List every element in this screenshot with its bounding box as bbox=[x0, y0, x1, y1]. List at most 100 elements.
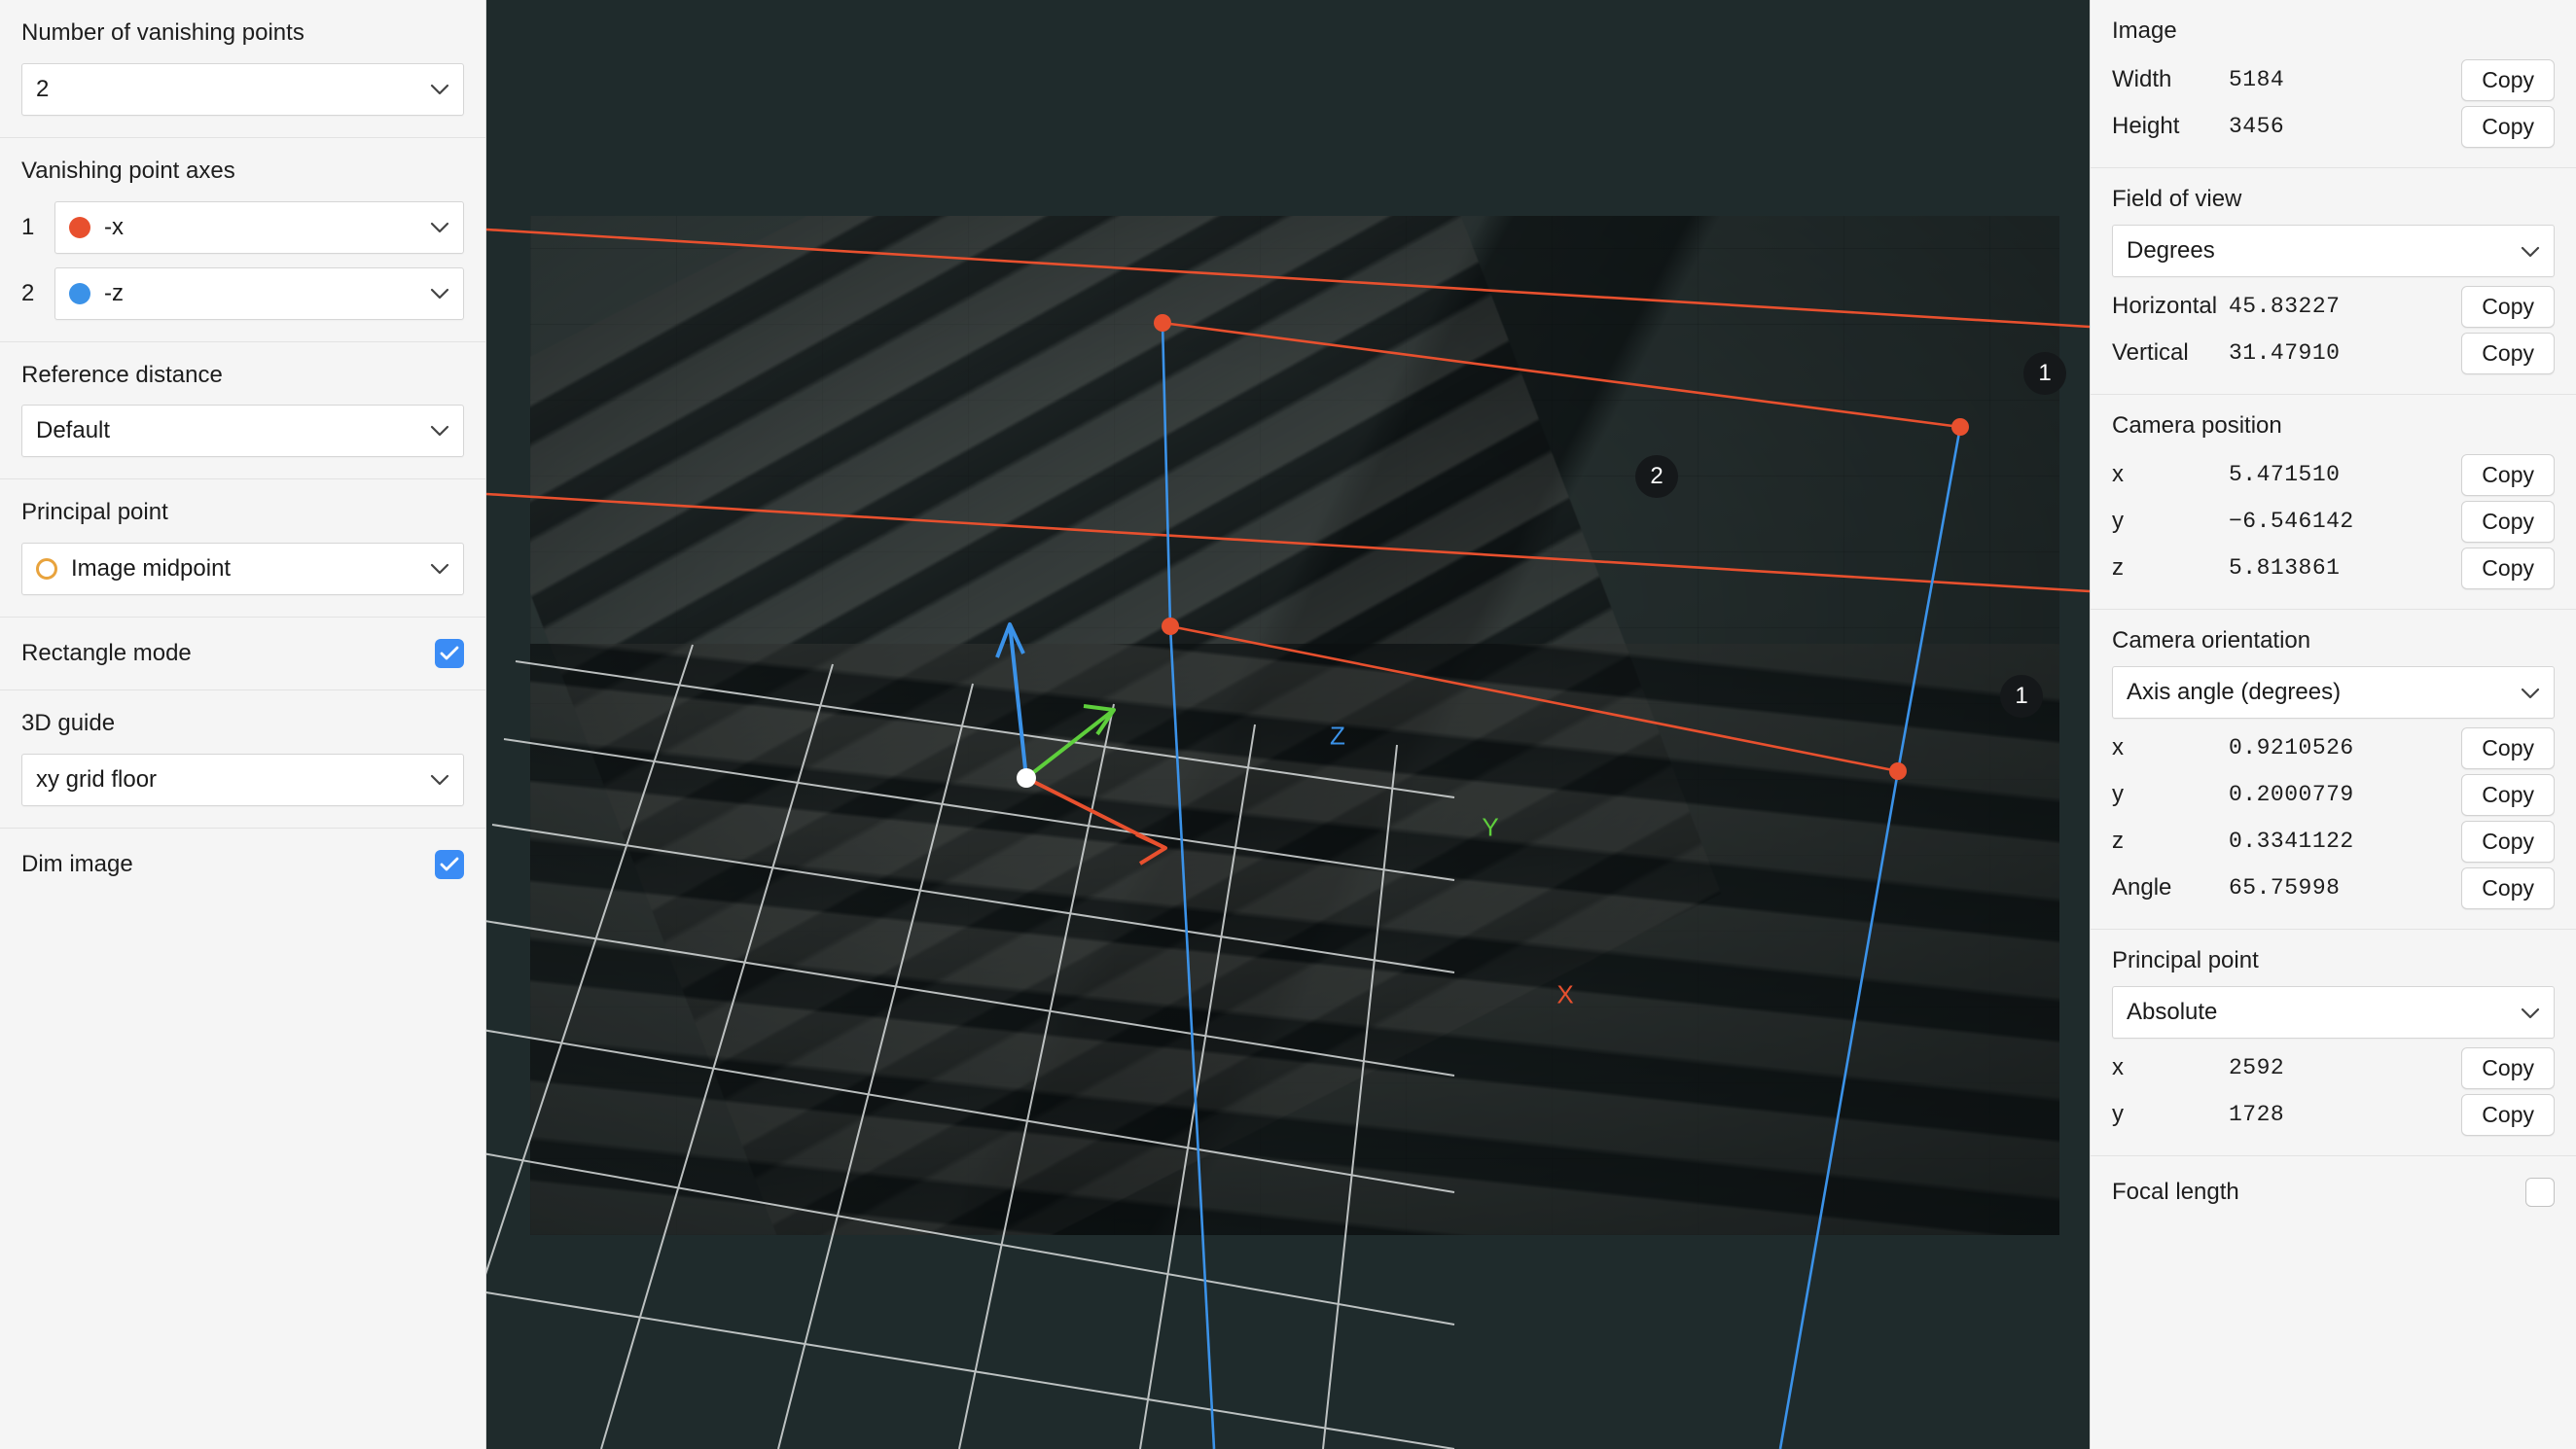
chevron-down-icon bbox=[2521, 679, 2540, 706]
axis-label-z: Z bbox=[1330, 721, 1345, 751]
image-width-value: 5184 bbox=[2229, 67, 2285, 92]
copy-camera-orientation-x-button[interactable]: Copy bbox=[2461, 726, 2555, 769]
photo-dim-overlay bbox=[530, 216, 2059, 1235]
fov-title: Field of view bbox=[2112, 186, 2242, 212]
camera-orientation-y-key: y bbox=[2112, 781, 2124, 807]
camera-orientation-y-row: y 0.2000779 Copy bbox=[2112, 771, 2555, 818]
fov-unit-value: Degrees bbox=[2127, 237, 2215, 264]
vp2-badge-left[interactable]: 2 bbox=[1635, 455, 1678, 498]
principal-point-mode-select[interactable]: Absolute bbox=[2112, 986, 2555, 1039]
principal-point-result-title: Principal point bbox=[2112, 947, 2259, 973]
camera-orientation-mode-select[interactable]: Axis angle (degrees) bbox=[2112, 666, 2555, 719]
section-principal-point-result: Principal point Absolute x 2592 Copy y 1… bbox=[2091, 930, 2576, 1156]
axis-label-y: Y bbox=[1482, 812, 1499, 842]
dim-image-checkbox[interactable] bbox=[435, 849, 464, 879]
copy-camera-position-y-button[interactable]: Copy bbox=[2461, 500, 2555, 543]
chevron-down-icon bbox=[2521, 999, 2540, 1026]
camera-position-y-value: −6.546142 bbox=[2229, 509, 2354, 534]
copy-camera-position-x-button[interactable]: Copy bbox=[2461, 453, 2555, 496]
focal-length-row[interactable]: Focal length bbox=[2091, 1156, 2576, 1228]
camera-orientation-x-row: x 0.9210526 Copy bbox=[2112, 724, 2555, 771]
camera-position-z-key: z bbox=[2112, 554, 2124, 581]
copy-camera-orientation-y-button[interactable]: Copy bbox=[2461, 773, 2555, 816]
guide-3d-value: xy grid floor bbox=[36, 765, 158, 793]
vp-count-select[interactable]: 2 bbox=[21, 62, 464, 116]
copy-camera-orientation-z-button[interactable]: Copy bbox=[2461, 820, 2555, 863]
reference-distance-select[interactable]: Default bbox=[21, 405, 464, 458]
copy-camera-position-z-button[interactable]: Copy bbox=[2461, 547, 2555, 589]
vp-axis-2-number: 2 bbox=[21, 279, 35, 306]
rectangle-mode-label: Rectangle mode bbox=[21, 640, 192, 667]
axis-label-x: X bbox=[1556, 979, 1574, 1009]
principal-point-x-value: 2592 bbox=[2229, 1055, 2285, 1080]
image-height-row: Height 3456 Copy bbox=[2112, 103, 2555, 150]
section-3d-guide: 3D guide xy grid floor bbox=[0, 690, 485, 829]
check-icon bbox=[440, 646, 459, 660]
vp-axis-2-select[interactable]: -z bbox=[54, 266, 464, 320]
guide-3d-label: 3D guide bbox=[21, 710, 116, 737]
vp1-badge-top[interactable]: 1 bbox=[2023, 352, 2066, 395]
copy-fov-vertical-button[interactable]: Copy bbox=[2461, 332, 2555, 374]
right-results-panel: Image Width 5184 Copy Height 3456 Copy F… bbox=[2090, 0, 2576, 1449]
image-canvas[interactable]: Z Y X 1 2 2 1 bbox=[486, 0, 2090, 1449]
source-photograph bbox=[530, 216, 2059, 1235]
camera-orientation-y-value: 0.2000779 bbox=[2229, 782, 2354, 807]
guide-3d-select[interactable]: xy grid floor bbox=[21, 753, 464, 806]
image-width-row: Width 5184 Copy bbox=[2112, 56, 2555, 103]
camera-position-z-value: 5.813861 bbox=[2229, 555, 2341, 581]
principal-point-x-key: x bbox=[2112, 1054, 2124, 1080]
copy-fov-horizontal-button[interactable]: Copy bbox=[2461, 285, 2555, 328]
reference-distance-label: Reference distance bbox=[21, 361, 223, 388]
camera-orientation-angle-value: 65.75998 bbox=[2229, 875, 2341, 901]
copy-camera-orientation-angle-button[interactable]: Copy bbox=[2461, 866, 2555, 909]
chevron-down-icon bbox=[2521, 237, 2540, 265]
image-height-key: Height bbox=[2112, 113, 2180, 139]
image-info-title: Image bbox=[2112, 18, 2177, 44]
axis-color-dot-icon bbox=[69, 216, 90, 238]
fov-unit-select[interactable]: Degrees bbox=[2112, 225, 2555, 277]
principal-point-y-key: y bbox=[2112, 1101, 2124, 1127]
camera-position-z-row: z 5.813861 Copy bbox=[2112, 545, 2555, 591]
fov-horizontal-key: Horizontal bbox=[2112, 293, 2218, 319]
principal-point-select[interactable]: Image midpoint bbox=[21, 543, 464, 596]
principal-point-x-row: x 2592 Copy bbox=[2112, 1044, 2555, 1091]
chevron-down-icon bbox=[430, 774, 449, 786]
reference-distance-value: Default bbox=[36, 417, 111, 444]
vp-axis-1-number: 1 bbox=[21, 213, 35, 240]
vp-axis-row-2: 2 -z bbox=[21, 266, 464, 320]
principal-point-y-value: 1728 bbox=[2229, 1102, 2285, 1127]
camera-orientation-z-row: z 0.3341122 Copy bbox=[2112, 818, 2555, 865]
camera-orientation-mode-value: Axis angle (degrees) bbox=[2127, 679, 2342, 705]
principal-point-y-row: y 1728 Copy bbox=[2112, 1091, 2555, 1138]
vp-axes-label: Vanishing point axes bbox=[21, 157, 235, 184]
rectangle-mode-checkbox[interactable] bbox=[435, 639, 464, 669]
camera-position-x-row: x 5.471510 Copy bbox=[2112, 451, 2555, 498]
principal-point-value: Image midpoint bbox=[71, 555, 232, 583]
circle-outline-icon bbox=[36, 558, 57, 581]
vp-axis-row-1: 1 -x bbox=[21, 200, 464, 254]
chevron-down-icon bbox=[430, 222, 449, 233]
copy-image-height-button[interactable]: Copy bbox=[2461, 105, 2555, 148]
vp1-badge-bottom[interactable]: 1 bbox=[2000, 675, 2043, 718]
vp-count-label: Number of vanishing points bbox=[21, 19, 304, 46]
focal-length-checkbox[interactable] bbox=[2525, 1178, 2555, 1207]
camera-orientation-title: Camera orientation bbox=[2112, 627, 2311, 654]
section-vanishing-point-count: Number of vanishing points 2 bbox=[0, 0, 485, 138]
section-principal-point: Principal point Image midpoint bbox=[0, 479, 485, 618]
check-icon bbox=[440, 857, 459, 871]
chevron-down-icon bbox=[430, 425, 449, 437]
rectangle-mode-row[interactable]: Rectangle mode bbox=[0, 618, 485, 691]
fov-vertical-key: Vertical bbox=[2112, 339, 2189, 366]
camera-orientation-x-value: 0.9210526 bbox=[2229, 735, 2354, 760]
principal-point-mode-value: Absolute bbox=[2127, 999, 2218, 1025]
fov-horizontal-row: Horizontal 45.83227 Copy bbox=[2112, 283, 2555, 330]
vp-axis-1-select[interactable]: -x bbox=[54, 200, 464, 254]
copy-principal-point-x-button[interactable]: Copy bbox=[2461, 1046, 2555, 1089]
dim-image-label: Dim image bbox=[21, 850, 133, 877]
dim-image-row[interactable]: Dim image bbox=[0, 829, 485, 901]
fov-horizontal-value: 45.83227 bbox=[2229, 294, 2341, 319]
principal-point-label: Principal point bbox=[21, 499, 168, 526]
copy-image-width-button[interactable]: Copy bbox=[2461, 58, 2555, 101]
copy-principal-point-y-button[interactable]: Copy bbox=[2461, 1093, 2555, 1136]
section-vanishing-point-axes: Vanishing point axes 1 -x 2 -z bbox=[0, 138, 485, 342]
